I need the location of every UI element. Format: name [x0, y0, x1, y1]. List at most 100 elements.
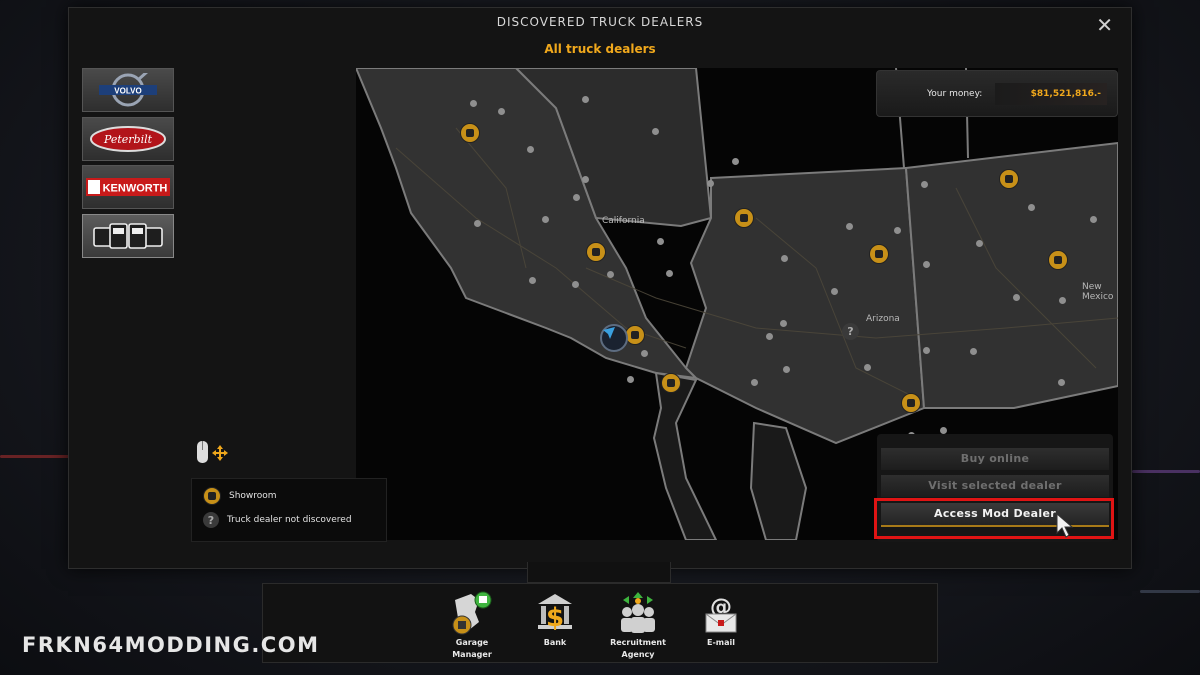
kenworth-logo-icon: KENWORTH	[86, 178, 170, 196]
brand-filter-peterbilt[interactable]: Peterbilt	[82, 117, 174, 161]
city-dot[interactable]	[923, 347, 930, 354]
bottom-navigation-bar: Garage Manager $ Bank Recruitment Agency…	[262, 583, 938, 663]
legend-row-showroom: Showroom	[203, 487, 277, 505]
city-dot[interactable]	[921, 181, 928, 188]
money-label: Your money:	[927, 89, 983, 99]
dealer-showroom-marker[interactable]	[869, 244, 889, 264]
city-dot[interactable]	[607, 271, 614, 278]
city-dot[interactable]	[970, 348, 977, 355]
city-dot[interactable]	[529, 277, 536, 284]
city-dot[interactable]	[1013, 294, 1020, 301]
nav-garage-manager[interactable]: Garage Manager	[437, 590, 507, 660]
dealer-showroom-marker[interactable]	[1048, 250, 1068, 270]
city-dot[interactable]	[652, 128, 659, 135]
city-dot[interactable]	[780, 320, 787, 327]
nav-bank[interactable]: $ Bank	[520, 590, 590, 648]
city-dot[interactable]	[573, 194, 580, 201]
svg-text:Peterbilt: Peterbilt	[103, 133, 153, 146]
volvo-logo-icon: VOLVO	[99, 73, 157, 107]
legend-row-undiscovered: ? Truck dealer not discovered	[203, 512, 352, 528]
city-dot[interactable]	[498, 108, 505, 115]
map-label-arizona: Arizona	[866, 314, 900, 324]
legend-showroom-label: Showroom	[229, 491, 277, 501]
svg-text:$: $	[546, 603, 564, 633]
watermark-text: FRKN64MODDING.COM	[22, 633, 320, 657]
city-dot[interactable]	[474, 220, 481, 227]
garage-manager-icon	[449, 590, 495, 636]
nav-email[interactable]: @ E-mail	[686, 590, 756, 648]
city-dot[interactable]	[781, 255, 788, 262]
city-dot[interactable]	[732, 158, 739, 165]
undiscovered-dealer-marker[interactable]: ?	[842, 323, 859, 340]
city-dot[interactable]	[751, 379, 758, 386]
brand-filter-kenworth[interactable]: KENWORTH	[82, 165, 174, 209]
nav-recruitment-label-1: Recruitment	[610, 638, 666, 647]
city-dot[interactable]	[846, 223, 853, 230]
email-icon: @	[698, 590, 744, 636]
window-subtitle: All truck dealers	[544, 42, 656, 56]
visit-selected-dealer-button[interactable]: Visit selected dealer	[881, 475, 1109, 497]
mouse-move-icon	[197, 441, 228, 463]
nav-garage-label-2: Manager	[452, 650, 492, 659]
city-dot[interactable]	[894, 227, 901, 234]
legend-undiscovered-label: Truck dealer not discovered	[227, 515, 352, 525]
city-dot[interactable]	[657, 238, 664, 245]
nav-recruitment-agency[interactable]: Recruitment Agency	[603, 590, 673, 660]
map-legend: Showroom ? Truck dealer not discovered	[191, 478, 387, 542]
showroom-icon	[203, 487, 221, 505]
peterbilt-logo-icon: Peterbilt	[90, 126, 166, 152]
brand-filter-all[interactable]	[82, 214, 174, 258]
city-dot[interactable]	[864, 364, 871, 371]
city-dot[interactable]	[627, 376, 634, 383]
city-dot[interactable]	[976, 240, 983, 247]
highlight-box	[874, 498, 1114, 539]
city-dot[interactable]	[542, 216, 549, 223]
trucks-group-icon	[93, 223, 163, 249]
city-dot[interactable]	[940, 427, 947, 434]
city-dot[interactable]	[582, 176, 589, 183]
dealer-showroom-marker[interactable]	[460, 123, 480, 143]
mouse-cursor-icon	[1056, 513, 1074, 538]
city-dot[interactable]	[582, 96, 589, 103]
money-value: $81,521,816.-	[1030, 89, 1101, 99]
nav-garage-label-1: Garage	[455, 638, 489, 647]
city-dot[interactable]	[1090, 216, 1097, 223]
city-dot[interactable]	[923, 261, 930, 268]
dealer-showroom-marker[interactable]	[661, 373, 681, 393]
dealer-showroom-marker[interactable]	[999, 169, 1019, 189]
city-dot[interactable]	[1028, 204, 1035, 211]
city-dot[interactable]	[1059, 297, 1066, 304]
city-dot[interactable]	[766, 333, 773, 340]
recruitment-agency-icon	[615, 590, 661, 636]
map-label-california: California	[602, 216, 645, 226]
city-dot[interactable]	[783, 366, 790, 373]
money-value-box: $81,521,816.-	[995, 83, 1107, 105]
svg-text:KENWORTH: KENWORTH	[103, 183, 168, 195]
city-dot[interactable]	[831, 288, 838, 295]
nav-email-label: E-mail	[706, 638, 735, 647]
question-mark-icon: ?	[203, 512, 219, 528]
brand-filter-volvo[interactable]: VOLVO	[82, 68, 174, 112]
city-dot[interactable]	[1058, 379, 1065, 386]
window-title: DISCOVERED TRUCK DEALERS	[496, 15, 704, 29]
nav-bank-label: Bank	[543, 638, 567, 647]
dealer-showroom-marker[interactable]	[625, 325, 645, 345]
city-dot[interactable]	[707, 180, 714, 187]
close-button[interactable]: ✕	[1096, 13, 1113, 37]
city-dot[interactable]	[572, 281, 579, 288]
bottom-bar-notch	[527, 562, 671, 583]
mouse-drag-hint	[196, 440, 232, 466]
bank-icon: $	[532, 590, 578, 636]
player-position-icon	[600, 324, 628, 352]
dealer-showroom-marker[interactable]	[734, 208, 754, 228]
city-dot[interactable]	[641, 350, 648, 357]
city-dot[interactable]	[666, 270, 673, 277]
buy-online-button[interactable]: Buy online	[881, 448, 1109, 470]
map-label-new-mexico: New Mexico	[1082, 282, 1114, 302]
dealer-showroom-marker[interactable]	[901, 393, 921, 413]
dealer-showroom-marker[interactable]	[586, 242, 606, 262]
city-dot[interactable]	[470, 100, 477, 107]
city-dot[interactable]	[527, 146, 534, 153]
money-panel: Your money: $81,521,816.-	[876, 70, 1118, 117]
nav-recruitment-label-2: Agency	[621, 650, 655, 659]
